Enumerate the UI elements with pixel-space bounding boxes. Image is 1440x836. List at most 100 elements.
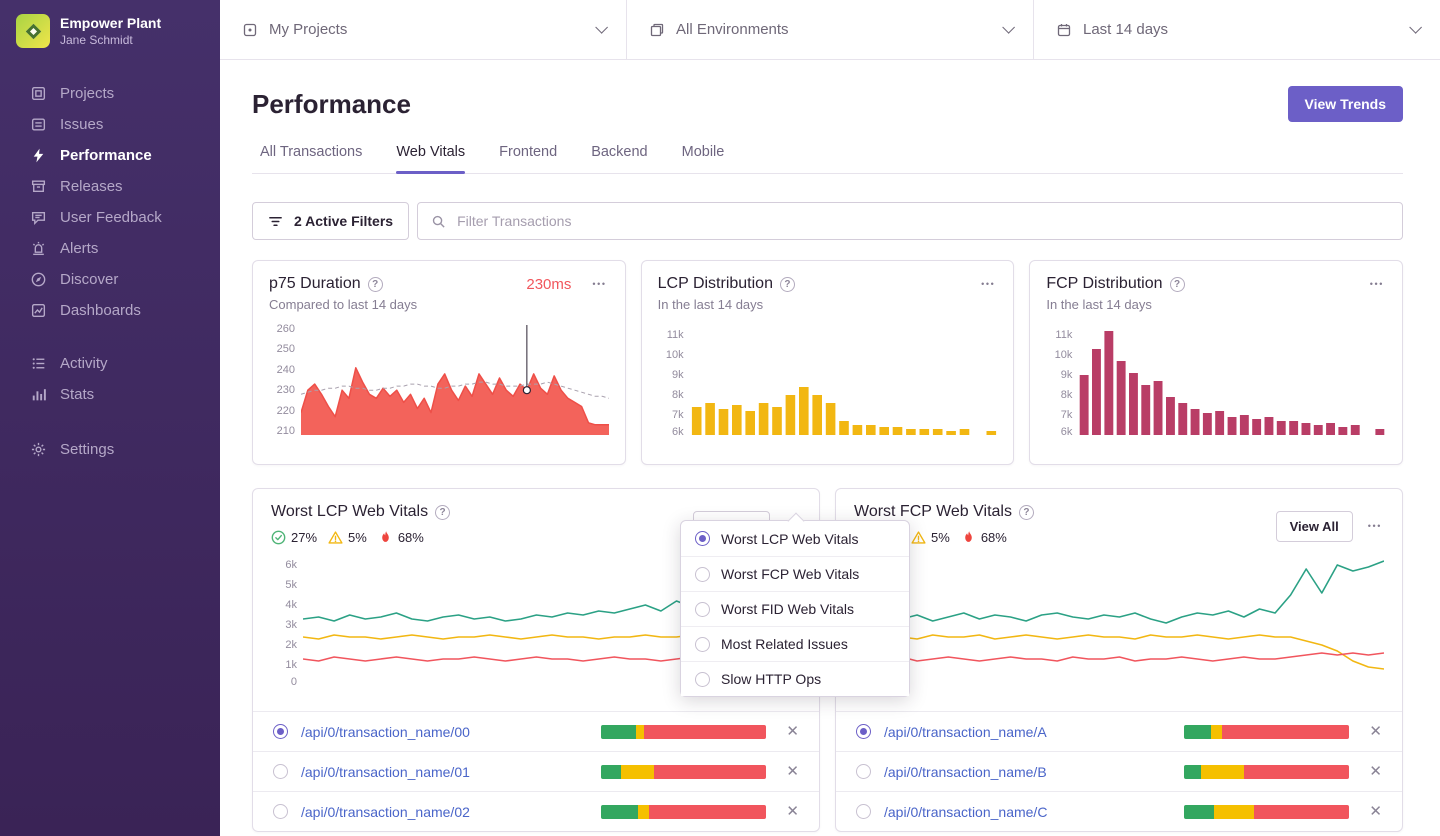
sidebar-item-label: Issues: [60, 116, 104, 133]
transaction-link[interactable]: /api/0/transaction_name/C: [884, 804, 1047, 820]
poor-pct: 68%: [397, 530, 424, 545]
dropdown-item-label: Worst FCP Web Vitals: [721, 566, 860, 582]
warning-triangle-icon: [911, 531, 926, 544]
dropdown-item-label: Worst LCP Web Vitals: [721, 530, 859, 547]
close-icon[interactable]: [1369, 764, 1382, 779]
search-icon: [432, 215, 445, 228]
radio-icon: [695, 601, 710, 617]
sidebar-item-stats[interactable]: Stats: [0, 379, 220, 410]
card-options-icon[interactable]: [590, 277, 608, 291]
radio-icon: [695, 531, 710, 546]
radio-icon[interactable]: [273, 764, 288, 779]
tab-frontend[interactable]: Frontend: [499, 144, 557, 173]
help-icon[interactable]: [435, 504, 451, 520]
vitals-breakdown-bar: [1184, 764, 1350, 779]
search-input[interactable]: [455, 212, 1389, 230]
dropdown-item-worst-lcp[interactable]: Worst LCP Web Vitals: [681, 521, 909, 556]
close-icon[interactable]: [786, 764, 799, 779]
tab-web-vitals[interactable]: Web Vitals: [396, 144, 465, 174]
tab-backend[interactable]: Backend: [591, 144, 647, 173]
sidebar-item-alerts[interactable]: Alerts: [0, 233, 220, 264]
dropdown-item-worst-fcp[interactable]: Worst FCP Web Vitals: [681, 556, 909, 591]
settings-gear-icon: [30, 441, 47, 458]
chevron-down-icon: [595, 21, 608, 34]
flame-icon: [965, 531, 972, 542]
radio-icon: [695, 671, 710, 687]
project-filter-dropdown[interactable]: My Projects: [220, 0, 626, 59]
environment-filter-dropdown[interactable]: All Environments: [626, 0, 1033, 59]
sidebar-item-label: Activity: [60, 355, 108, 372]
global-filter-bar: My Projects All Environments Last 14 day…: [220, 0, 1440, 60]
dropdown-item-slow-http-ops[interactable]: Slow HTTP Ops: [681, 661, 909, 696]
app: Empower Plant Jane Schmidt Projects Issu…: [0, 0, 1440, 836]
issues-icon: [30, 116, 47, 133]
performance-icon: [30, 147, 47, 164]
sidebar-item-dashboards[interactable]: Dashboards: [0, 295, 220, 326]
sidebar-item-projects[interactable]: Projects: [0, 78, 220, 109]
close-icon[interactable]: [1369, 724, 1382, 739]
help-icon[interactable]: [1169, 276, 1185, 292]
help-icon[interactable]: [1018, 504, 1034, 520]
dropdown-item-most-related-issues[interactable]: Most Related Issues: [681, 626, 909, 661]
view-all-button[interactable]: View All: [1275, 510, 1353, 542]
sidebar-item-discover[interactable]: Discover: [0, 264, 220, 295]
stats-icon: [30, 386, 47, 403]
tab-mobile[interactable]: Mobile: [682, 144, 725, 173]
poor-pct: 68%: [980, 530, 1007, 545]
close-icon[interactable]: [786, 724, 799, 739]
sidebar-item-releases[interactable]: Releases: [0, 171, 220, 202]
check-circle-icon: [271, 530, 286, 545]
transaction-list: /api/0/transaction_name/00 /api/0/transa…: [253, 711, 819, 831]
user-name: Jane Schmidt: [60, 33, 133, 47]
projects-icon: [30, 85, 47, 102]
user-feedback-icon: [30, 209, 47, 226]
transaction-link[interactable]: /api/0/transaction_name/00: [301, 724, 470, 740]
vitals-dropdown-menu: Worst LCP Web Vitals Worst FCP Web Vital…: [680, 520, 910, 697]
meh-pct: 5%: [348, 530, 367, 545]
card-subtitle: In the last 14 days: [657, 297, 764, 312]
project-icon: [242, 22, 258, 38]
view-trends-button[interactable]: View Trends: [1287, 86, 1403, 122]
main-area: My Projects All Environments Last 14 day…: [220, 0, 1440, 836]
transaction-link[interactable]: /api/0/transaction_name/02: [301, 804, 470, 820]
card-options-icon[interactable]: [1366, 519, 1384, 533]
card-subtitle: In the last 14 days: [1046, 297, 1152, 312]
vitals-breakdown-bar: [1184, 724, 1350, 739]
radio-icon[interactable]: [273, 724, 288, 739]
close-icon[interactable]: [786, 804, 799, 819]
fcp-distribution-card: FCP Distribution In the last 14 days 11k…: [1029, 260, 1403, 465]
help-icon[interactable]: [779, 276, 795, 292]
sidebar-item-settings[interactable]: Settings: [0, 434, 220, 465]
vitals-summary-row: p75 Duration 230ms Compared to last 14 d…: [252, 260, 1403, 465]
sidebar-item-label: User Feedback: [60, 209, 162, 226]
project-filter-label: My Projects: [269, 21, 348, 38]
help-icon[interactable]: [367, 276, 383, 292]
sidebar-item-activity[interactable]: Activity: [0, 348, 220, 379]
tab-all-transactions[interactable]: All Transactions: [260, 144, 362, 173]
active-filters-button[interactable]: 2 Active Filters: [252, 202, 410, 240]
transaction-link[interactable]: /api/0/transaction_name/B: [884, 764, 1047, 780]
transaction-link[interactable]: /api/0/transaction_name/A: [884, 724, 1047, 740]
radio-icon[interactable]: [856, 724, 871, 739]
sidebar-item-issues[interactable]: Issues: [0, 109, 220, 140]
transaction-link[interactable]: /api/0/transaction_name/01: [301, 764, 470, 780]
radio-icon[interactable]: [273, 804, 288, 819]
page-title: Performance: [252, 88, 411, 119]
card-options-icon[interactable]: [1368, 277, 1386, 291]
org-switcher[interactable]: Empower Plant Jane Schmidt: [0, 0, 220, 58]
fcp-distribution-chart: 11k 10k 9k 8k 7k 6k: [1046, 323, 1386, 438]
sidebar-item-label: Projects: [60, 85, 115, 102]
sidebar-item-user-feedback[interactable]: User Feedback: [0, 202, 220, 233]
transaction-row: /api/0/transaction_name/02: [253, 791, 819, 831]
close-icon[interactable]: [1369, 804, 1382, 819]
sidebar-item-performance[interactable]: Performance: [0, 140, 220, 171]
sidebar-item-label: Stats: [60, 386, 95, 403]
date-range-dropdown[interactable]: Last 14 days: [1033, 0, 1440, 59]
card-options-icon[interactable]: [979, 277, 997, 291]
dropdown-item-worst-fid[interactable]: Worst FID Web Vitals: [681, 591, 909, 626]
p75-duration-chart: 260 250 240 230 220 210: [269, 323, 609, 437]
dropdown-item-label: Slow HTTP Ops: [721, 671, 822, 687]
radio-icon[interactable]: [856, 764, 871, 779]
worst-fcp-card: Worst FCP Web Vitals 27% 5% 68% View All: [835, 488, 1403, 832]
radio-icon[interactable]: [856, 804, 871, 819]
